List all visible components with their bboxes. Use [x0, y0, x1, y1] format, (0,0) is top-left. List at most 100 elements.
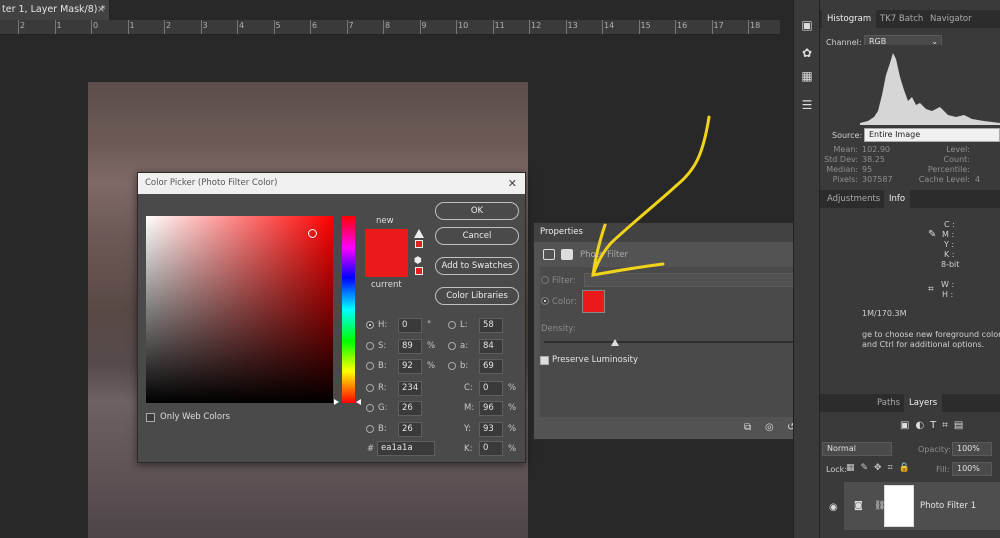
blend-mode-select[interactable]: Normal — [822, 442, 892, 456]
layer-filter-icons[interactable]: ▣◐T⌗▤ — [900, 420, 969, 431]
filter-radio[interactable] — [541, 276, 549, 284]
tab-tk7-batch[interactable]: TK7 Batch — [875, 10, 928, 28]
lock-icons[interactable]: ▦✎✥⌗🔒 — [846, 463, 916, 473]
close-icon[interactable]: ✕ — [508, 173, 517, 194]
web-safe-cube-icon[interactable]: ⬢ — [414, 256, 422, 266]
lab-b-radio[interactable] — [448, 362, 456, 370]
ruler-tick — [200, 20, 202, 34]
opacity-field[interactable]: 100% — [952, 442, 992, 456]
r-radio[interactable] — [366, 384, 374, 392]
tab-paths[interactable]: Paths — [872, 394, 905, 412]
tab-navigator[interactable]: Navigator — [925, 10, 977, 28]
b-radio[interactable] — [366, 362, 374, 370]
hint-line-2: and Ctrl for additional options. — [862, 340, 985, 349]
rgb-b-field[interactable]: 26 — [398, 422, 422, 437]
eyedropper-icon: ✎ — [928, 229, 937, 240]
c-field[interactable]: 0 — [479, 381, 503, 396]
web-safe-swatch[interactable] — [415, 267, 423, 275]
doc-size: 1M/170.3M — [862, 309, 907, 318]
ruler-tick — [310, 20, 311, 34]
a-radio[interactable] — [448, 342, 456, 350]
density-label: Density: — [541, 324, 576, 334]
r-field[interactable]: 234 — [398, 381, 422, 396]
color-libraries-button[interactable]: Color Libraries — [435, 287, 519, 305]
gamut-warning-icon[interactable] — [414, 229, 424, 238]
hue-slider-left-arrow[interactable] — [334, 399, 339, 405]
ruler-tick — [602, 20, 603, 34]
ruler-tick-label: 13 — [567, 21, 578, 30]
ruler-tick — [529, 20, 530, 34]
r-label: R: — [378, 383, 387, 393]
cancel-button[interactable]: Cancel — [435, 227, 519, 245]
close-tab-icon[interactable]: × — [97, 0, 105, 20]
fill-field[interactable]: 100% — [952, 462, 992, 476]
ruler-tick-label: 9 — [421, 21, 427, 30]
filter-color-swatch[interactable] — [582, 290, 605, 313]
stat-cache-level-value: 4 — [975, 175, 981, 184]
density-slider-handle[interactable] — [611, 339, 619, 346]
color-radio[interactable] — [541, 297, 549, 305]
tab-info[interactable]: Info — [884, 190, 911, 208]
color-field[interactable] — [146, 216, 333, 403]
tab-histogram[interactable]: Histogram — [822, 10, 877, 28]
view-previous-icon[interactable]: ◎ — [765, 422, 774, 433]
tab-adjustments[interactable]: Adjustments — [822, 190, 885, 208]
rgb-b-label: B: — [378, 424, 387, 434]
properties-icon[interactable]: ☰ — [799, 97, 815, 113]
layer-photo-filter-adjustment-icon: ◙ — [854, 501, 863, 511]
k-field[interactable]: 0 — [479, 441, 503, 456]
ok-button[interactable]: OK — [435, 202, 519, 220]
a-field[interactable]: 84 — [479, 339, 503, 354]
hue-slider[interactable] — [342, 216, 355, 403]
fill-label: Fill: — [936, 465, 950, 474]
hue-slider-right-arrow[interactable] — [356, 399, 361, 405]
s-field[interactable]: 89 — [398, 339, 422, 354]
stat-percentile-label: Percentile: — [927, 165, 970, 174]
hex-field[interactable]: ea1a1a — [377, 441, 435, 456]
l-radio[interactable] — [448, 321, 456, 329]
source-select[interactable]: Entire Image — [864, 128, 1000, 142]
g-radio[interactable] — [366, 404, 374, 412]
ruler-tick — [54, 20, 56, 34]
layer-row-photo-filter[interactable]: ◙ ⛓ Photo Filter 1 — [844, 482, 1000, 530]
tab-layers[interactable]: Layers — [904, 394, 943, 412]
h-radio[interactable] — [366, 321, 374, 329]
lab-b-field[interactable]: 69 — [479, 359, 503, 374]
g-field[interactable]: 26 — [398, 401, 422, 416]
color-label: Color: — [552, 297, 577, 307]
m-field[interactable]: 96 — [479, 401, 503, 416]
tab-strip — [110, 0, 792, 20]
layer-mask-thumbnail[interactable] — [884, 485, 914, 527]
history-icon[interactable]: ▣ — [799, 17, 815, 33]
c-unit: % — [508, 383, 517, 393]
clip-to-layer-icon[interactable]: ⧉ — [744, 422, 751, 433]
ruler-tick — [18, 20, 19, 34]
histogram-graph — [860, 45, 1000, 125]
color-palette-icon[interactable]: ✿ — [799, 45, 815, 61]
adjustment-camera-icon[interactable] — [543, 249, 555, 260]
grid-icon[interactable]: ▦ — [799, 68, 815, 84]
l-field[interactable]: 58 — [479, 318, 503, 333]
gamut-swatch[interactable] — [415, 240, 423, 248]
c-label: C: — [464, 383, 473, 393]
blend-mode-value: Normal — [827, 444, 856, 453]
s-radio[interactable] — [366, 342, 374, 350]
ruler-tick-label: 8 — [385, 21, 391, 30]
only-web-colors-label: Only Web Colors — [160, 412, 231, 422]
add-to-swatches-button[interactable]: Add to Swatches — [435, 257, 519, 275]
ruler-tick — [273, 20, 275, 34]
preserve-luminosity-checkbox[interactable] — [540, 356, 549, 365]
b-field[interactable]: 92 — [398, 359, 422, 374]
layer-visibility-eye-icon[interactable]: ◉ — [829, 502, 838, 513]
info-k: K : — [944, 250, 955, 259]
color-field-cursor[interactable] — [308, 229, 317, 238]
y-field[interactable]: 93 — [479, 422, 503, 437]
only-web-colors-checkbox[interactable] — [146, 413, 155, 422]
h-field[interactable]: 0 — [398, 318, 422, 333]
rgb-b-radio[interactable] — [366, 425, 374, 433]
mask-icon[interactable] — [561, 249, 573, 260]
lock-label: Lock: — [826, 465, 847, 474]
h-unit: ° — [427, 320, 432, 330]
document-tab[interactable]: ter 1, Layer Mask/8) * × — [0, 0, 110, 20]
new-label: new — [376, 216, 394, 226]
